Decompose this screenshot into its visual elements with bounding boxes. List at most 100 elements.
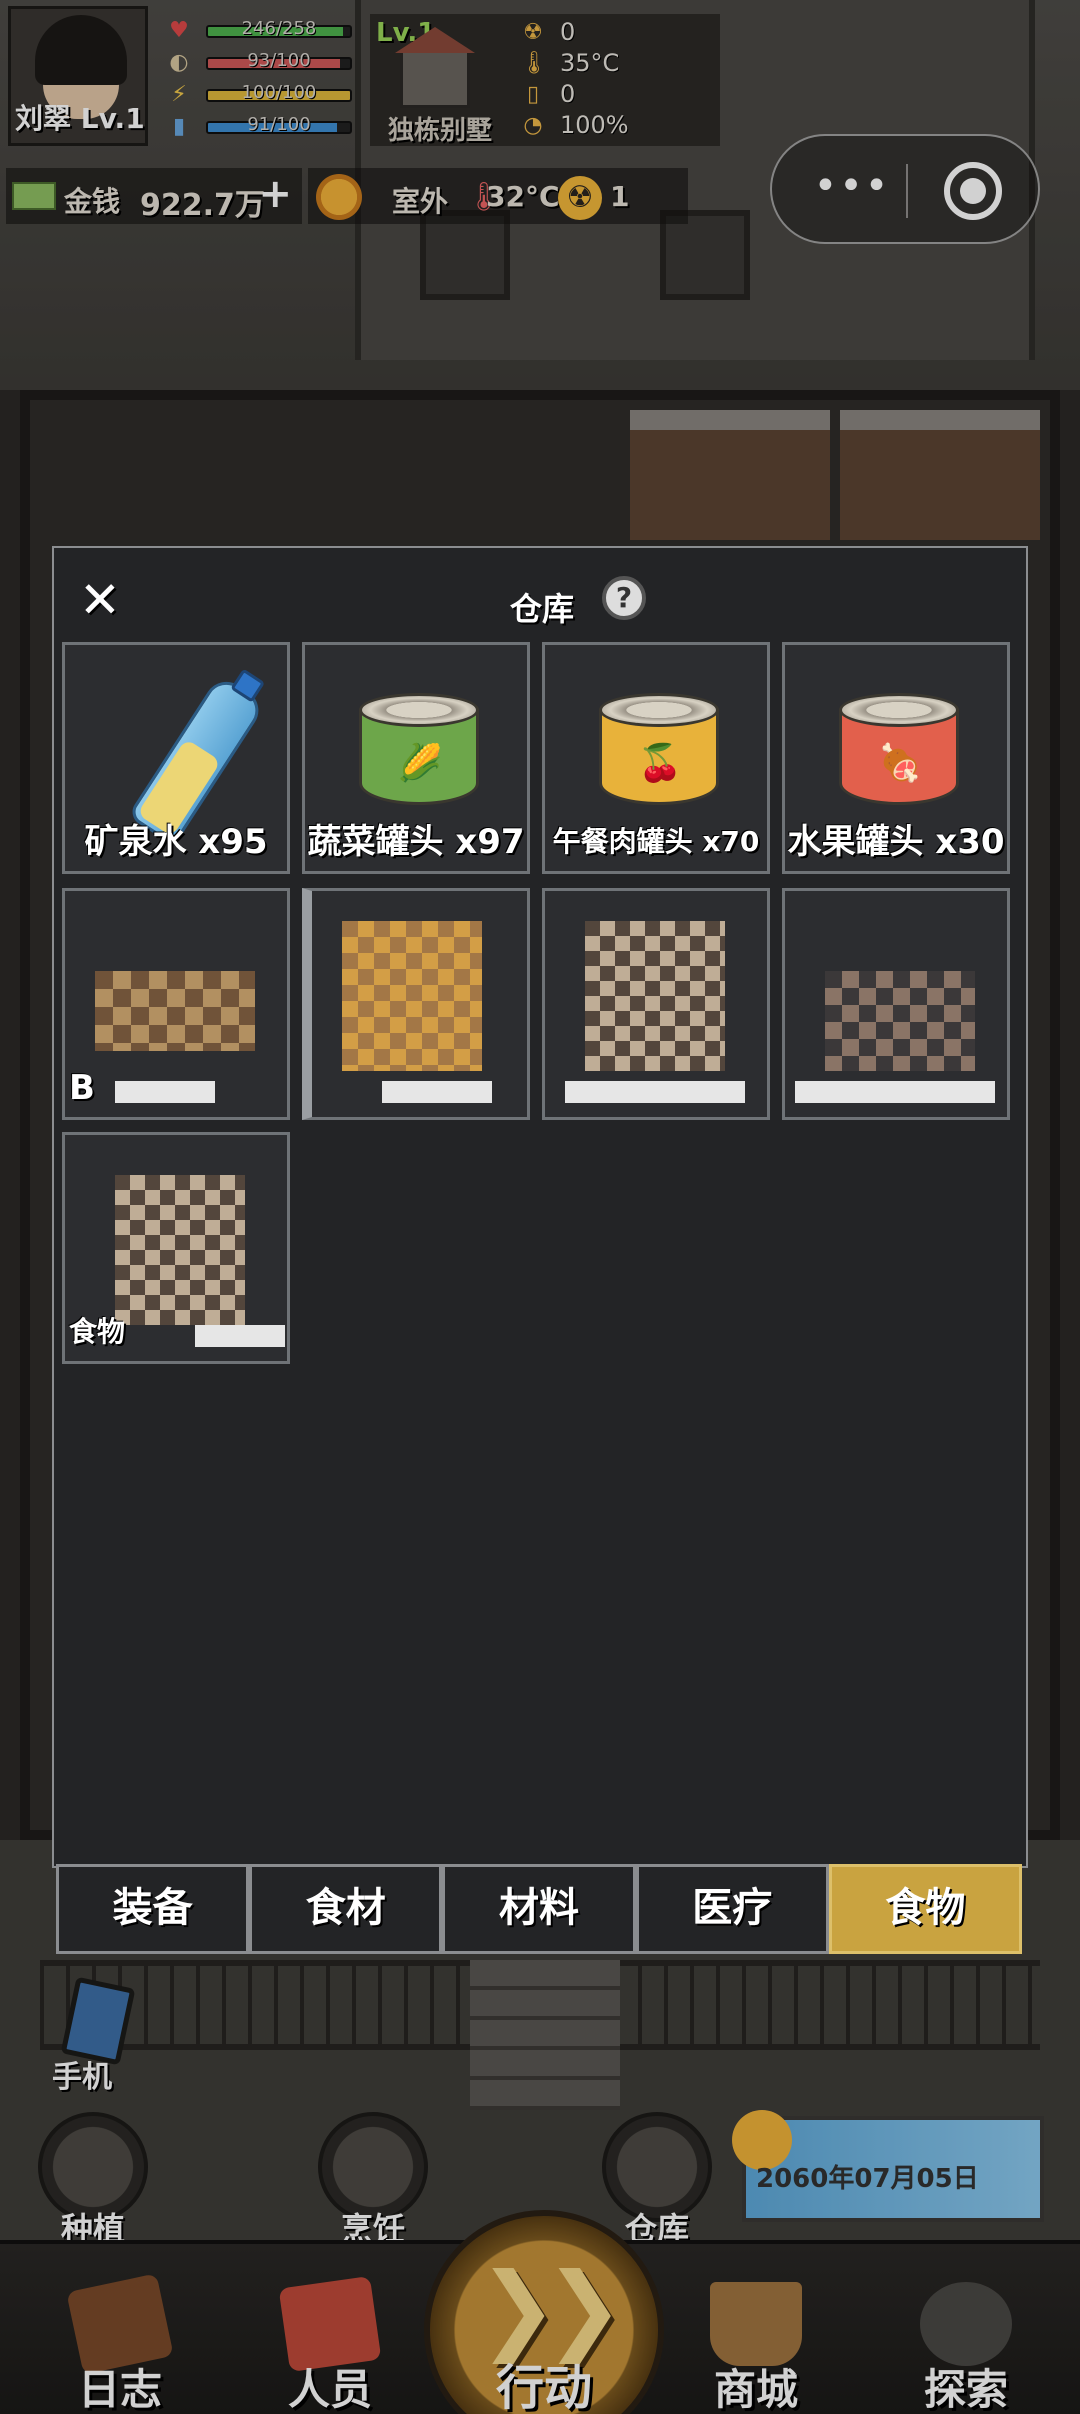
phone-shortcut[interactable]: 手机 [52, 1976, 172, 2095]
item-image [115, 1175, 245, 1325]
tab-2[interactable]: 材料 [442, 1864, 636, 1954]
modal-title: 仓库 [509, 590, 574, 628]
nav-explore-label: 探索 [923, 2365, 1008, 2414]
radiation-icon: ☢ [558, 176, 602, 220]
can-lid [359, 693, 479, 727]
item-slot[interactable]: 食物 [62, 1132, 290, 1364]
cash-icon [12, 182, 56, 210]
cooking-shortcut[interactable]: 烹饪 [308, 2112, 438, 2248]
item-image [825, 971, 975, 1071]
heart-icon: ♥ [169, 18, 189, 43]
close-miniprogram-icon[interactable] [944, 162, 1002, 220]
thermometer-icon: 🌡 [520, 51, 548, 76]
weather-bar: 室外 🌡 32°C ☢ 1 [308, 168, 688, 224]
tab-0[interactable]: 装备 [56, 1864, 250, 1954]
radiation-icon: ☢ [523, 20, 543, 45]
can-emblem: 🌽 [397, 743, 443, 784]
kitchen-counter [630, 410, 830, 540]
outdoor-radiation: 1 [610, 180, 630, 213]
item-slot[interactable] [302, 888, 530, 1120]
canned-food-icon: 🍒 [585, 671, 733, 819]
player-avatar[interactable]: 刘翠 Lv.1 [8, 6, 148, 146]
nav-shop[interactable]: 商城 [676, 2244, 836, 2414]
tab-3[interactable]: 医疗 [635, 1864, 829, 1954]
nav-log[interactable]: 日志 [40, 2244, 200, 2414]
env-value: 0 [560, 80, 576, 108]
item-label: 矿泉水 x95 [84, 822, 268, 862]
item-label: 午餐肉罐头 x70 [552, 825, 760, 858]
stat-row: ⚡ 100/100 [166, 80, 352, 110]
can-lid [599, 693, 719, 727]
canned-food-icon: 🍖 [825, 671, 973, 819]
can-shape: 🍒 [599, 693, 719, 811]
can-emblem: 🍒 [637, 743, 683, 784]
nav-log-label: 日志 [77, 2365, 162, 2414]
stomach-icon: ◐ [169, 50, 189, 75]
lightning-icon: ⚡ [171, 82, 187, 107]
item-label: 水果罐头 x30 [787, 822, 1005, 862]
more-options-icon[interactable]: ••• [802, 156, 902, 226]
obscured-label [565, 1081, 745, 1103]
item-image [585, 921, 725, 1071]
villa-icon [395, 27, 475, 108]
obscured-label [115, 1081, 215, 1103]
nav-explore[interactable]: 探索 [886, 2244, 1046, 2414]
outdoor-temperature: 32°C [486, 180, 560, 213]
outdoor-label: 室外 [392, 185, 449, 218]
miniprogram-capsule: ••• [770, 134, 1040, 244]
basket-icon [710, 2282, 802, 2366]
add-money-button[interactable]: + [258, 172, 292, 216]
item-image [95, 971, 255, 1051]
item-slot[interactable] [542, 888, 770, 1120]
stat-row: ▮ 91/100 [166, 112, 352, 142]
env-value: 0 [560, 18, 576, 46]
stat-row: ◐ 93/100 [166, 48, 352, 78]
obscured-label [195, 1325, 285, 1347]
date-display[interactable]: 2060年07月05日 [732, 2110, 1044, 2222]
item-image [342, 921, 482, 1071]
stove-counter [840, 410, 1040, 540]
item-slot[interactable]: 🍒 午餐肉罐头 x70 [542, 642, 770, 874]
action-label: 行动 [495, 2360, 592, 2414]
phone-label: 手机 [52, 2060, 112, 2095]
planting-shortcut[interactable]: 种植 [28, 2112, 158, 2248]
help-icon[interactable]: ? [602, 576, 646, 620]
canned-food-icon: 🌽 [345, 671, 493, 819]
durability-icon: ◔ [523, 113, 543, 138]
home-name: 独栋别墅 [388, 116, 493, 146]
can-shape: 🍖 [839, 693, 959, 811]
stat-row: ♥ 246/258 [166, 16, 352, 46]
front-stairs [470, 1960, 620, 2110]
stat-value: 93/100 [247, 50, 311, 71]
category-tabs: 装备 食材 材料 医疗 食物 [56, 1864, 1023, 1954]
env-value: 100% [560, 111, 629, 139]
water-icon: ▮ [172, 114, 186, 139]
battery-icon: ▯ [526, 82, 540, 107]
item-slot[interactable] [782, 888, 1010, 1120]
nav-people-label: 人员 [287, 2365, 372, 2414]
compass-icon [920, 2282, 1012, 2366]
can-shape: 🌽 [359, 693, 479, 811]
nav-people[interactable]: 人员 [250, 2244, 410, 2414]
home-info-panel[interactable]: Lv.1 独栋别墅 ☢0🌡35°C▯0◔100% [370, 14, 720, 146]
warehouse-shortcut[interactable]: 仓库 [592, 2112, 722, 2248]
stat-value: 246/258 [241, 18, 317, 39]
item-label: 蔬菜罐头 x97 [307, 822, 525, 862]
item-slot[interactable]: 🌽 蔬菜罐头 x97 [302, 642, 530, 874]
stat-value: 100/100 [241, 82, 317, 103]
env-value: 35°C [560, 49, 620, 77]
sun-icon [316, 174, 362, 220]
tab-4[interactable]: 食物 [828, 1864, 1023, 1954]
item-slot[interactable]: B [62, 888, 290, 1120]
date-text: 2060年07月05日 [756, 2164, 979, 2194]
money-label: 金钱 [64, 185, 121, 218]
tab-1[interactable]: 食材 [249, 1864, 443, 1954]
water-bottle-icon [105, 668, 267, 847]
money-amount: 922.7万 [140, 188, 265, 223]
item-slot[interactable]: 🍖 水果罐头 x30 [782, 642, 1010, 874]
player-name-level: 刘翠 Lv.1 [15, 102, 145, 135]
obscured-label [795, 1081, 995, 1103]
money-bar: 金钱 922.7万 + [6, 168, 302, 224]
item-slot[interactable]: 矿泉水 x95 [62, 642, 290, 874]
can-emblem: 🍖 [877, 743, 923, 784]
